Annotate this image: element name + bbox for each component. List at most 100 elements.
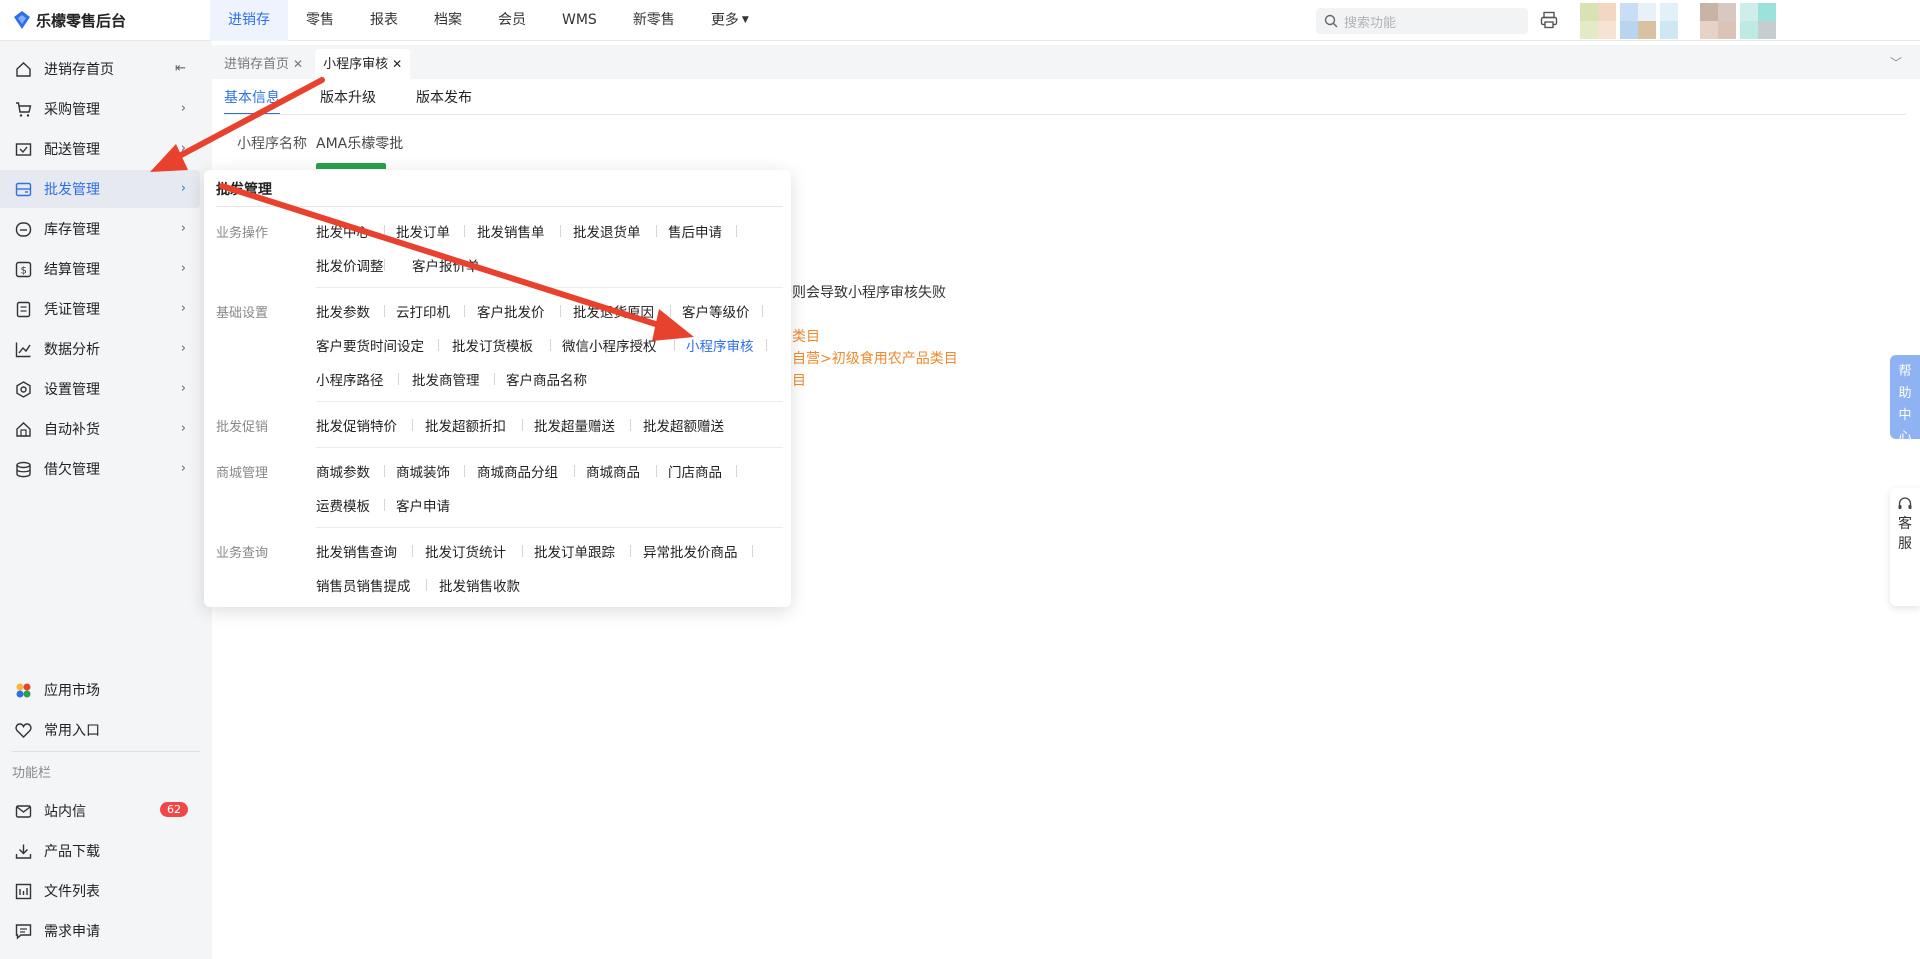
sidebar-item-label: 配送管理 — [44, 142, 100, 158]
menu-link[interactable]: 批发促销特价 — [316, 415, 397, 435]
brand-name: 乐檬零售后台 — [36, 11, 127, 30]
divider — [316, 401, 783, 402]
menu-link[interactable]: 批发销售查询 — [316, 541, 397, 561]
topnav-baobiao[interactable]: 报表 — [352, 0, 416, 41]
sidebar-item-debt[interactable]: 借欠管理 › — [0, 450, 200, 488]
avatar — [1580, 3, 1616, 39]
page-tabs: 进销存首页 ✕ 小程序审核 ✕ ﹀ — [212, 45, 1920, 79]
sidebar-item-voucher[interactable]: 凭证管理 › — [0, 290, 200, 328]
sidebar-item-replenish[interactable]: 自动补货 › — [0, 410, 200, 448]
divider — [224, 114, 1906, 115]
collapse-left-icon[interactable]: ⇤ — [175, 61, 186, 76]
voucher-icon — [14, 300, 32, 318]
topnav-wms[interactable]: WMS — [544, 0, 615, 41]
sidebar-item-app-market[interactable]: 应用市场 — [0, 671, 200, 709]
menu-link[interactable]: 批发销售收款 — [439, 575, 520, 595]
menu-link[interactable]: 批发中心 — [316, 221, 370, 241]
chevron-right-icon: › — [180, 341, 186, 356]
brand-logo-icon — [14, 11, 30, 29]
green-action-button[interactable] — [316, 163, 386, 169]
sidebar-item-settings[interactable]: 设置管理 › — [0, 370, 200, 408]
menu-link[interactable]: 客户批发价 — [477, 301, 545, 321]
menu-link[interactable]: 小程序路径 — [316, 369, 384, 389]
menu-link[interactable]: 批发商管理 — [412, 369, 480, 389]
topnav-jinxiaocun[interactable]: 进销存 — [210, 0, 288, 41]
sidebar-item-file-list[interactable]: 文件列表 — [0, 872, 200, 910]
search-input[interactable]: 搜索功能 — [1316, 8, 1528, 34]
menu-link[interactable]: 批发退货单 — [573, 221, 641, 241]
printer-icon[interactable] — [1540, 11, 1558, 29]
sidebar-item-label: 常用入口 — [44, 723, 100, 739]
menu-link[interactable]: 批发订单跟踪 — [534, 541, 615, 561]
headset-icon — [1898, 497, 1912, 509]
menu-link[interactable]: 运费模板 — [316, 495, 370, 515]
menu-link[interactable]: 客户要货时间设定 — [316, 335, 424, 355]
avatar — [1740, 3, 1776, 39]
sidebar-item-download[interactable]: 产品下载 — [0, 832, 200, 870]
menu-link[interactable]: 批发订货统计 — [425, 541, 506, 561]
sidebar-item-settlement[interactable]: $ 结算管理 › — [0, 250, 200, 288]
menu-link[interactable]: 客户等级价 — [682, 301, 750, 321]
search-placeholder: 搜索功能 — [1344, 15, 1397, 31]
sidebar-item-purchase[interactable]: 采购管理 › — [0, 90, 200, 128]
topnav-xinlingshou[interactable]: 新零售 — [615, 0, 693, 41]
sidebar-item-home[interactable]: 进销存首页 ⇤ — [0, 50, 200, 88]
sidebar-item-label: 进销存首页 — [44, 62, 114, 78]
tab-miniprogram-review[interactable]: 小程序审核 ✕ — [315, 49, 411, 79]
menu-link[interactable]: 批发超额赠送 — [643, 415, 724, 435]
sidebar-item-wholesale[interactable]: 批发管理 › — [0, 170, 200, 208]
separator — [752, 545, 753, 557]
menu-link[interactable]: 批发参数 — [316, 301, 370, 321]
close-icon[interactable]: ✕ — [293, 57, 303, 71]
menu-link[interactable]: 客户商品名称 — [506, 369, 587, 389]
menu-link[interactable]: 批发销售单 — [477, 221, 545, 241]
menu-link[interactable]: 客户申请 — [396, 495, 450, 515]
menu-link[interactable]: 门店商品 — [668, 461, 722, 481]
menu-link[interactable]: 微信小程序授权 — [562, 335, 657, 355]
menu-link[interactable]: 异常批发价商品 — [643, 541, 738, 561]
menu-link[interactable]: 云打印机 — [396, 301, 450, 321]
menu-link[interactable]: 批发超量赠送 — [534, 415, 615, 435]
menu-link[interactable]: 商城参数 — [316, 461, 370, 481]
service-char: 客 — [1898, 516, 1912, 532]
sidebar-item-request[interactable]: 需求申请 — [0, 912, 200, 950]
chevron-right-icon: › — [180, 301, 186, 316]
file-list-icon — [14, 882, 32, 900]
user-avatars[interactable] — [1580, 3, 1776, 39]
request-icon — [14, 922, 32, 940]
menu-link[interactable]: 批发退货原因 — [573, 301, 654, 321]
separator — [630, 545, 631, 557]
sidebar-item-favorites[interactable]: 常用入口 — [0, 711, 200, 749]
sidebar-item-delivery[interactable]: 配送管理 › — [0, 130, 200, 168]
subtab-version-release[interactable]: 版本发布 — [416, 87, 472, 115]
menu-link[interactable]: 批发超额折扣 — [425, 415, 506, 435]
sidebar-item-analytics[interactable]: 数据分析 › — [0, 330, 200, 368]
topnav-lingshou[interactable]: 零售 — [288, 0, 352, 41]
miniprogram-name-value: AMA乐檬零批 — [316, 136, 404, 152]
menu-link[interactable]: 批发价调整 — [316, 255, 384, 275]
menu-link[interactable]: 商城商品分组 — [477, 461, 558, 481]
topnav-dangan[interactable]: 档案 — [416, 0, 480, 41]
menu-link[interactable]: 批发订单 — [396, 221, 450, 241]
chevron-down-icon[interactable]: ﹀ — [1890, 54, 1902, 71]
topnav-huiyuan[interactable]: 会员 — [480, 0, 544, 41]
brand[interactable]: 乐檬零售后台 — [0, 10, 210, 31]
avatar — [1700, 3, 1736, 39]
menu-link[interactable]: 销售员销售提成 — [316, 575, 411, 595]
help-center-button[interactable]: 帮 助 中 心 — [1890, 355, 1920, 445]
menu-link[interactable]: 商城商品 — [586, 461, 640, 481]
menu-link[interactable]: 商城装饰 — [396, 461, 450, 481]
customer-service-button[interactable]: 客 服 — [1890, 488, 1920, 606]
sidebar-item-inbox[interactable]: 站内信 62 — [0, 792, 200, 830]
menu-link[interactable]: 批发订货模板 — [452, 335, 533, 355]
topnav-more[interactable]: 更多 ▼ — [693, 0, 767, 41]
sidebar-item-inventory[interactable]: 库存管理 › — [0, 210, 200, 248]
menu-link[interactable]: 售后申请 — [668, 221, 722, 241]
subtab-basic-info[interactable]: 基本信息 — [224, 87, 280, 115]
menu-link-miniprogram-review[interactable]: 小程序审核 — [686, 335, 754, 355]
subtab-version-upgrade[interactable]: 版本升级 — [320, 87, 376, 115]
close-icon[interactable]: ✕ — [392, 57, 402, 71]
menu-link[interactable]: 客户报价单 — [412, 255, 480, 275]
sidebar-item-label: 借欠管理 — [44, 462, 100, 478]
tab-home[interactable]: 进销存首页 ✕ — [216, 49, 311, 79]
